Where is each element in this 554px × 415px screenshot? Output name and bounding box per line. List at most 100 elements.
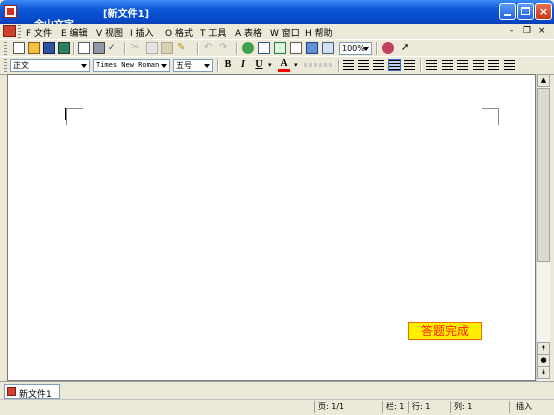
menu-view[interactable]: V 视图 xyxy=(96,26,123,39)
print-preview-icon[interactable] xyxy=(78,42,90,54)
underline-dropdown-icon[interactable]: ▾ xyxy=(268,61,272,69)
align-center-icon[interactable] xyxy=(358,60,369,70)
increase-indent-icon[interactable] xyxy=(473,60,484,70)
title-bar: 金山文字 — [新文件1] × xyxy=(0,0,554,42)
maximize-button[interactable] xyxy=(517,3,534,20)
next-page-button[interactable]: ⯯ xyxy=(537,366,550,379)
font-select[interactable]: Times New Roman xyxy=(93,59,170,72)
align-justify-icon[interactable] xyxy=(388,59,401,71)
toolbar-separator xyxy=(376,42,378,55)
line-spacing-icon[interactable] xyxy=(488,60,499,70)
document-title: [新文件1] xyxy=(103,9,150,20)
chevron-down-icon xyxy=(363,47,369,51)
document-icon[interactable] xyxy=(3,25,16,37)
bold-button[interactable]: B xyxy=(222,59,234,70)
font-color-button[interactable]: A xyxy=(278,59,290,72)
status-insert-mode[interactable]: 插入 xyxy=(509,401,554,413)
underline-button[interactable]: U xyxy=(253,59,265,70)
distributed-align-icon[interactable] xyxy=(404,60,415,70)
style-select[interactable]: 正文 xyxy=(10,59,90,72)
menu-format[interactable]: O 格式 xyxy=(165,26,193,39)
zoom-value: 100% xyxy=(342,44,365,53)
document-tab-bar: 新文件1 xyxy=(0,381,554,400)
standard-toolbar: ✓ ✂ ✎ ↶ ↷ 100% ➚ xyxy=(0,39,554,57)
excel-icon[interactable] xyxy=(274,42,286,54)
undo-icon[interactable]: ↶ xyxy=(204,42,216,54)
help-icon[interactable] xyxy=(382,42,394,54)
menu-insert[interactable]: I 插入 xyxy=(130,26,154,39)
format-painter-icon[interactable]: ✎ xyxy=(177,42,189,54)
close-icon: × xyxy=(538,5,549,18)
save-icon[interactable] xyxy=(43,42,55,54)
font-value: Times New Roman xyxy=(96,61,160,69)
bullet-list-icon[interactable] xyxy=(426,60,437,70)
paragraph-spacing-icon[interactable] xyxy=(504,60,515,70)
table-icon[interactable] xyxy=(258,42,270,54)
menu-window[interactable]: W 窗口 xyxy=(270,26,300,39)
menu-bar: F 文件 E 编辑 V 视图 I 插入 O 格式 T 工具 A 表格 W 窗口 … xyxy=(0,24,554,39)
mdi-minimize-button[interactable]: - xyxy=(510,26,513,36)
answer-complete-button[interactable]: 答题完成 xyxy=(408,322,482,340)
style-value: 正文 xyxy=(13,61,29,70)
status-bar: 页: 1/1 栏: 1 行: 1 列: 1 插入 xyxy=(0,399,554,415)
document-icon xyxy=(7,387,16,396)
toolbar-grip[interactable] xyxy=(4,42,7,55)
chart-icon[interactable] xyxy=(322,42,334,54)
new-icon[interactable] xyxy=(13,42,25,54)
minimize-button[interactable] xyxy=(499,3,516,20)
pointer-icon[interactable]: ➚ xyxy=(401,42,413,54)
cut-icon[interactable]: ✂ xyxy=(131,42,143,54)
scroll-up-button[interactable]: ▲ xyxy=(537,74,550,87)
redo-icon[interactable]: ↷ xyxy=(219,42,231,54)
open-icon[interactable] xyxy=(28,42,40,54)
menu-help[interactable]: H 帮助 xyxy=(305,26,333,39)
scroll-thumb[interactable] xyxy=(537,88,550,262)
paste-icon[interactable] xyxy=(161,42,173,54)
mdi-restore-button[interactable]: ❐ xyxy=(523,26,531,36)
toolbar-separator xyxy=(236,42,238,55)
italic-button[interactable]: I xyxy=(237,59,249,70)
vertical-scrollbar[interactable]: ▲ ⯭ ● ⯯ xyxy=(536,74,550,381)
toolbar-separator xyxy=(124,42,126,55)
print-icon[interactable] xyxy=(93,42,105,54)
toolbar-grip[interactable] xyxy=(18,25,21,38)
copy-icon[interactable] xyxy=(146,42,158,54)
app-icon[interactable] xyxy=(4,5,17,18)
menu-table[interactable]: A 表格 xyxy=(235,26,262,39)
decrease-indent-icon[interactable] xyxy=(457,60,468,70)
chevron-down-icon xyxy=(204,64,210,68)
toolbar-separator xyxy=(73,42,75,55)
format-toolbar: 正文 Times New Roman 五号 B I U ▾ A ▾ xyxy=(0,56,554,75)
toolbar-separator xyxy=(197,42,199,55)
toolbar-separator xyxy=(420,59,422,72)
font-size-value: 五号 xyxy=(176,61,192,70)
status-line: 行: 1 xyxy=(408,401,450,413)
align-right-icon[interactable] xyxy=(373,60,384,70)
status-column: 列: 1 xyxy=(450,401,509,413)
font-size-select[interactable]: 五号 xyxy=(173,59,213,72)
toolbar-grip[interactable] xyxy=(4,59,7,72)
toolbar-separator xyxy=(338,59,340,72)
picture-icon[interactable] xyxy=(306,42,318,54)
disabled-buttons-icon xyxy=(304,63,334,67)
align-left-icon[interactable] xyxy=(343,60,354,70)
minimize-icon xyxy=(504,14,511,16)
columns-icon[interactable] xyxy=(290,42,302,54)
toolbar-separator xyxy=(217,59,219,72)
zoom-select[interactable]: 100% xyxy=(339,42,372,55)
hyperlink-icon[interactable] xyxy=(242,42,254,54)
menu-tools[interactable]: T 工具 xyxy=(200,26,226,39)
font-color-dropdown-icon[interactable]: ▾ xyxy=(294,61,298,69)
close-button[interactable]: × xyxy=(535,3,552,20)
menu-edit[interactable]: E 编辑 xyxy=(61,26,88,39)
status-page: 页: 1/1 xyxy=(314,401,382,413)
top-left-margin-mark xyxy=(66,108,83,125)
document-tab[interactable]: 新文件1 xyxy=(4,384,60,400)
menu-file[interactable]: F 文件 xyxy=(26,26,52,39)
numbered-list-icon[interactable] xyxy=(442,60,453,70)
mdi-close-button[interactable]: × xyxy=(538,26,546,36)
text-cursor xyxy=(65,108,66,120)
spellcheck-icon[interactable]: ✓ xyxy=(108,42,120,54)
maximize-icon xyxy=(521,7,530,15)
save-as-icon[interactable] xyxy=(58,42,70,54)
